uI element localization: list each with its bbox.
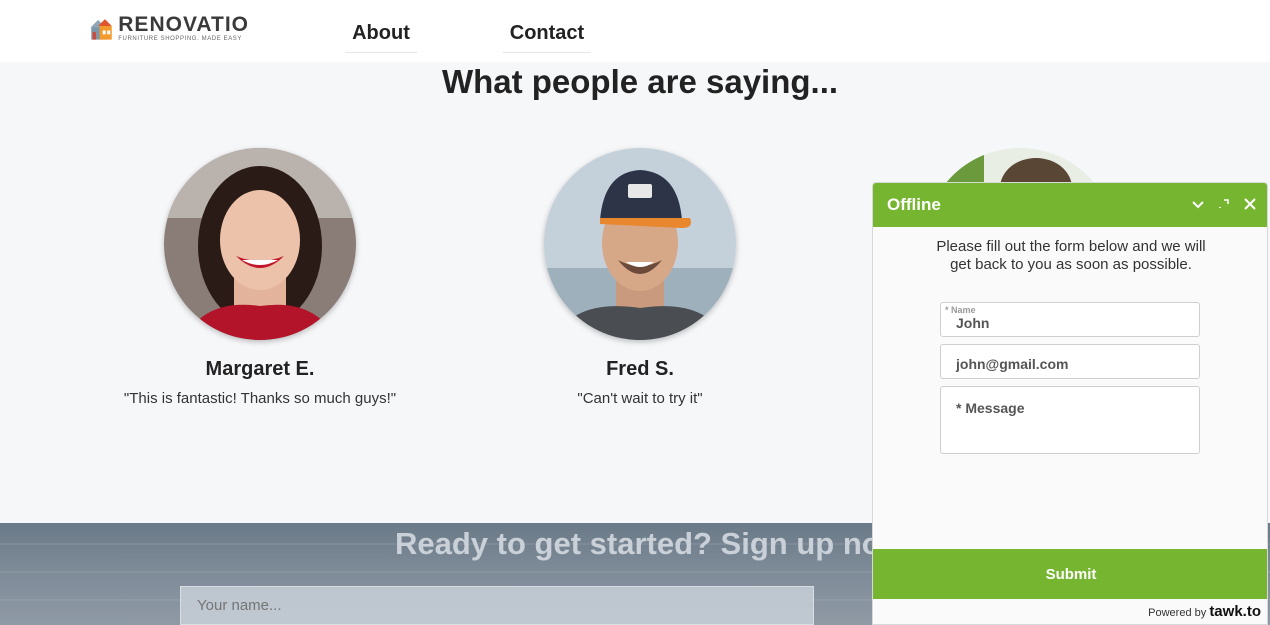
top-navbar: RENOVATIO FURNITURE SHOPPING. MADE EASY … [0,0,1270,62]
chat-status: Offline [887,195,941,214]
chat-offline-message: Please fill out the form below and we wi… [936,238,1206,273]
message-field-placeholder: * Message [956,400,1025,416]
powered-by-brand: tawk.to [1209,603,1261,620]
powered-by[interactable]: Powered by tawk.to [1148,603,1261,620]
testimonial-card: Fred S. "Can't wait to try it" [450,148,830,408]
signup-title: Ready to get started? Sign up now [395,526,905,561]
nav-contact-link[interactable]: Contact [503,14,591,53]
chat-widget: Offline Please fill out the form below a… [872,182,1268,625]
testimonial-card: Margaret E. "This is fantastic! Thanks s… [70,148,450,408]
brand-tagline: FURNITURE SHOPPING. MADE EASY [118,36,243,42]
person-name: Fred S. [606,358,674,380]
chat-submit-button[interactable]: Submit [873,549,1267,599]
powered-by-text: Powered by [1148,607,1207,619]
chevron-down-icon[interactable] [1190,196,1206,212]
chat-header: Offline [873,183,1267,227]
close-icon[interactable] [1242,196,1258,212]
brand-name: RENOVATIO [118,13,249,36]
chat-email-field[interactable]: john@gmail.com [940,344,1200,379]
fred-photo [544,148,736,340]
avatar [164,148,356,340]
brand-logo[interactable]: RENOVATIO FURNITURE SHOPPING. MADE EASY [89,12,249,46]
testimonials-title: What people are saying... [441,63,839,100]
avatar [544,148,736,340]
margaret-photo [164,148,356,340]
person-quote: "Can't wait to try it" [577,390,703,407]
nav-about-link[interactable]: About [345,14,417,53]
person-name: Margaret E. [205,358,315,380]
name-field-label: * Name [945,305,976,315]
chat-message-field[interactable]: * Message [940,386,1200,454]
popout-icon[interactable] [1216,196,1232,212]
signup-name-input[interactable] [180,586,814,625]
chat-name-field[interactable]: * Name John [940,302,1200,337]
name-field-value: John [956,315,990,331]
email-field-value: john@gmail.com [956,356,1069,372]
house-logo-icon [90,19,112,40]
person-quote: "This is fantastic! Thanks so much guys!… [123,390,397,407]
